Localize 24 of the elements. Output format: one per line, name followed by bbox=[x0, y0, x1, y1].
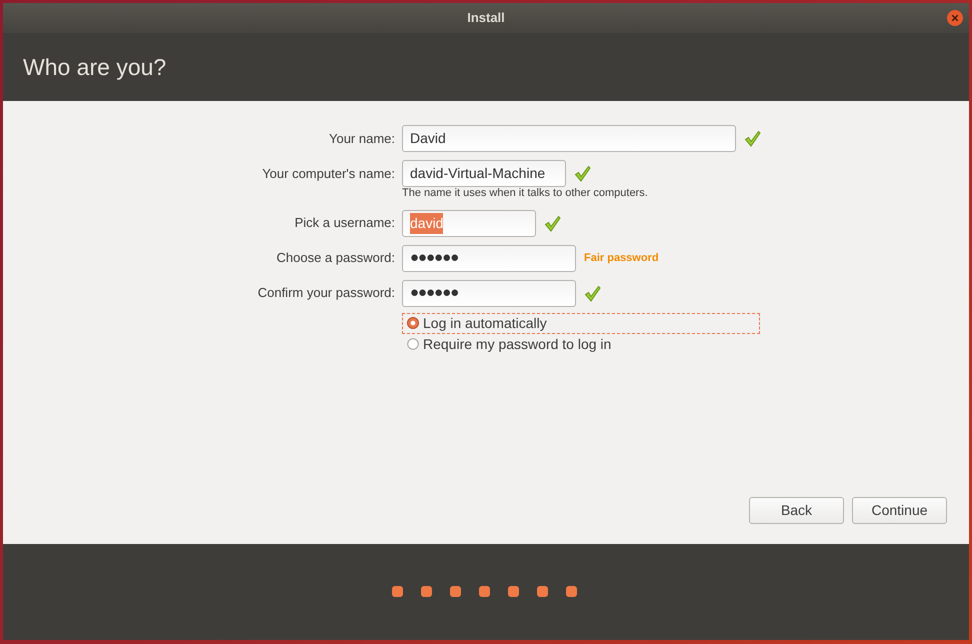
check-icon bbox=[544, 214, 561, 232]
check-icon bbox=[584, 284, 601, 302]
input-field[interactable]: ●●●●●● bbox=[402, 280, 576, 306]
input-field[interactable]: ●●●●●● bbox=[402, 244, 576, 272]
button[interactable]: Back bbox=[749, 497, 844, 524]
input-field[interactable]: david-Virtual-Machine bbox=[402, 160, 566, 187]
page-heading: Who are you? bbox=[23, 52, 166, 82]
input-field[interactable]: David bbox=[402, 125, 736, 152]
field-label: Confirm your password: bbox=[258, 284, 395, 302]
check-icon bbox=[574, 165, 591, 182]
strength-text: Fair password bbox=[584, 250, 659, 266]
field-label: Pick a username: bbox=[294, 214, 395, 232]
close-icon[interactable] bbox=[947, 10, 963, 26]
check-icon bbox=[744, 130, 761, 147]
radio-icon[interactable] bbox=[407, 338, 419, 350]
radio-icon[interactable] bbox=[407, 317, 419, 329]
field-label: Your computer's name: bbox=[262, 164, 395, 183]
button[interactable]: Continue bbox=[852, 497, 947, 524]
field-label: Choose a password: bbox=[276, 249, 395, 268]
window-title: Install bbox=[467, 9, 505, 28]
field-label: Your name: bbox=[328, 130, 395, 148]
hint-text: The name it uses when it talks to other computers. bbox=[402, 186, 649, 201]
radio-option[interactable]: Require my password to log in bbox=[402, 334, 760, 354]
radio-option[interactable]: Log in automatically bbox=[402, 312, 760, 334]
